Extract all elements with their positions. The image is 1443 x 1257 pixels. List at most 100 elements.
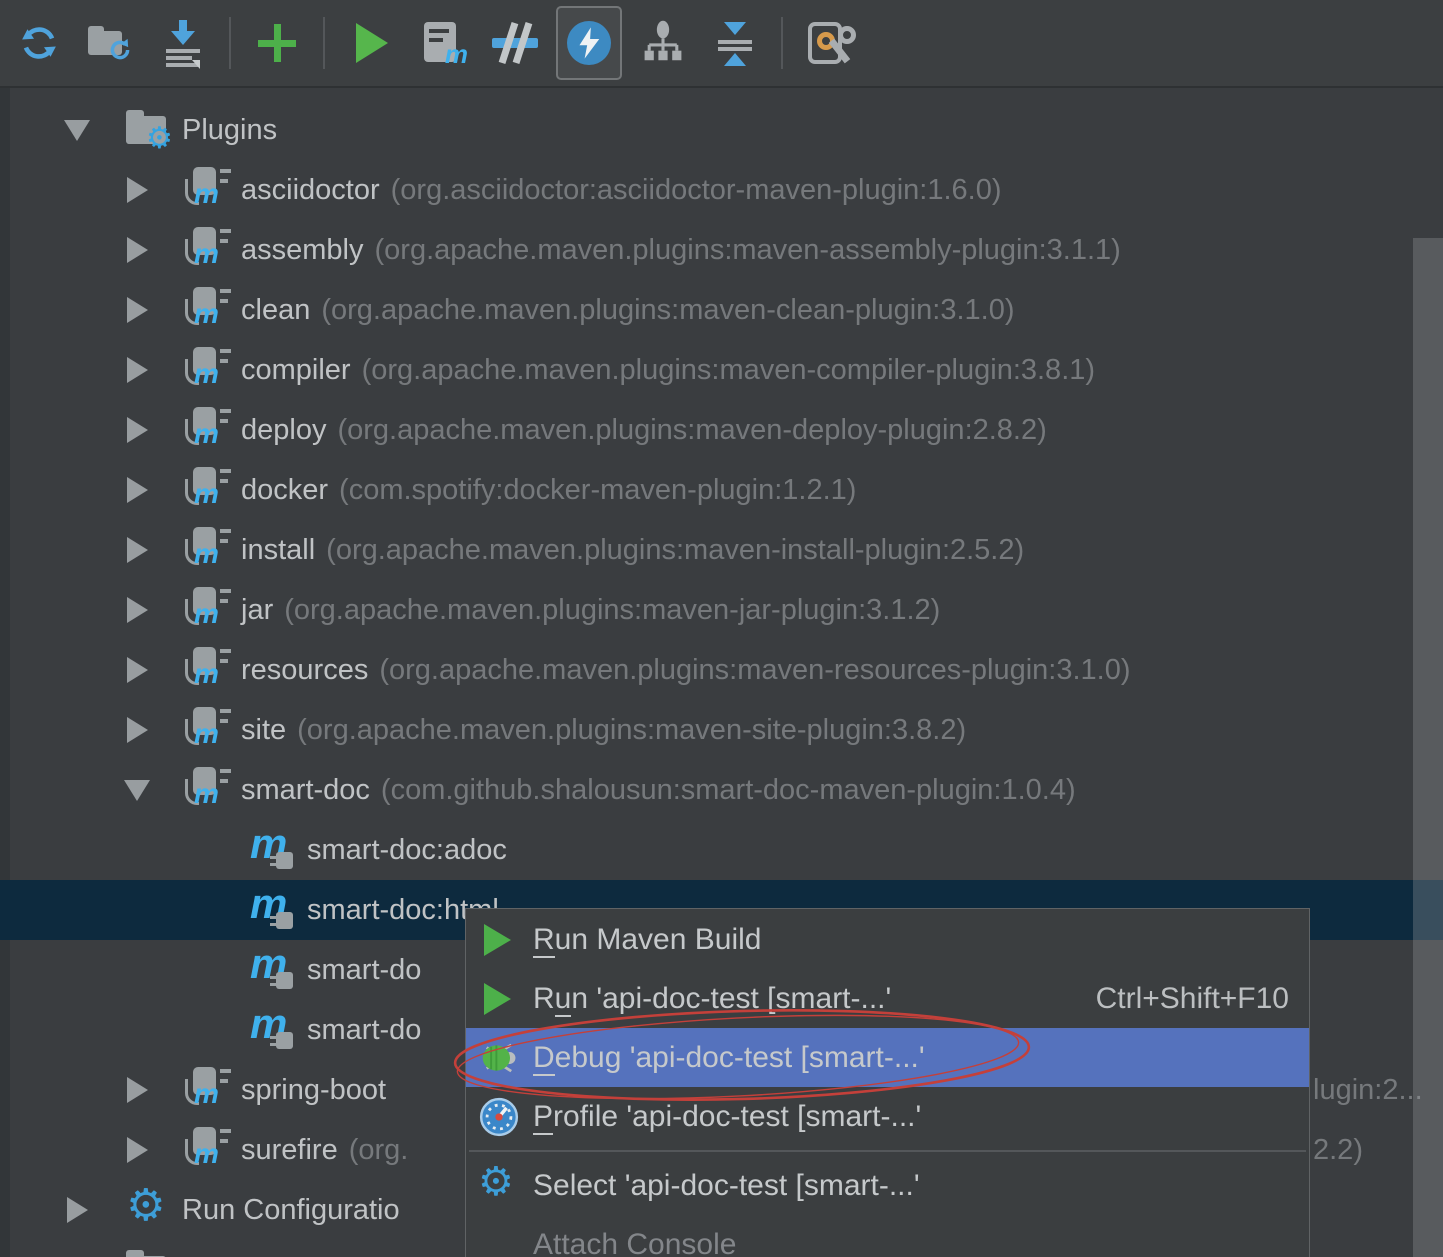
menu-item-attach-console[interactable]: Attach Console: [466, 1215, 1309, 1257]
menu-item-run-api-doc-test[interactable]: Run 'api-doc-test [smart-...' Ctrl+Shift…: [466, 969, 1309, 1028]
tree-row-coordinates: (org.apache.maven.plugins:maven-clean-pl…: [321, 293, 1015, 326]
tree-row-coordinates: (org.asciidoctor:asciidoctor-maven-plugi…: [390, 173, 1002, 206]
profile-gauge-icon: [478, 1096, 520, 1138]
vertical-scrollbar-thumb[interactable]: [1413, 238, 1443, 1257]
add-icon: [254, 20, 300, 66]
tree-row-coordinates: (org.: [348, 1133, 409, 1166]
tree-row-label: Plugins: [182, 113, 278, 146]
offline-mode-button[interactable]: [556, 6, 622, 80]
tree-row-install[interactable]: m install (org.apache.maven.plugins:mave…: [0, 520, 1443, 580]
menu-item-label: Attach Console: [533, 1227, 737, 1257]
skip-tests-button[interactable]: [484, 8, 546, 78]
tree-row-label: compiler: [241, 353, 351, 386]
expand-arrow-icon[interactable]: [124, 357, 150, 383]
tree-row-label: smart-doc:adoc: [307, 833, 507, 866]
expand-arrow-icon[interactable]: [124, 717, 150, 743]
menu-item-run-maven-build[interactable]: Run Maven Build: [466, 910, 1309, 969]
tree-row-jar[interactable]: m jar (org.apache.maven.plugins:maven-ja…: [0, 580, 1443, 640]
tree-row-label: jar: [241, 593, 274, 626]
expand-arrow-icon[interactable]: [124, 597, 150, 623]
tree-row-coordinates: (com.spotify:docker-maven-plugin:1.2.1): [339, 473, 857, 506]
tree-row-docker[interactable]: m docker (com.spotify:docker-maven-plugi…: [0, 460, 1443, 520]
tree-row-label: deploy: [241, 413, 327, 446]
run-build-button[interactable]: [340, 8, 402, 78]
collapse-all-button[interactable]: [704, 8, 766, 78]
maven-goal-icon: m: [250, 1000, 298, 1054]
expand-arrow-icon[interactable]: [64, 119, 90, 141]
menu-item-label: Debug 'api-doc-test [smart-...': [533, 1040, 925, 1076]
tree-row-plugins[interactable]: ⚙ Plugins: [0, 100, 1443, 160]
run-icon: [478, 978, 520, 1020]
maven-plugin-icon: m: [184, 1066, 232, 1114]
expand-arrow-icon[interactable]: [124, 237, 150, 263]
show-dependencies-button[interactable]: [632, 8, 694, 78]
maven-plugin-icon: m: [184, 766, 232, 814]
reimport-button[interactable]: [8, 8, 70, 78]
menu-item-label: Run 'api-doc-test [smart-...': [533, 981, 892, 1017]
maven-plugin-icon: m: [184, 466, 232, 514]
toolbar-separator: [229, 17, 231, 69]
tree-row-compiler[interactable]: m compiler (org.apache.maven.plugins:mav…: [0, 340, 1443, 400]
expand-arrow-icon[interactable]: [124, 1077, 150, 1103]
maven-settings-button[interactable]: [798, 8, 860, 78]
tree-row-label: assembly: [241, 233, 364, 266]
tree-row-coordinates: (org.apache.maven.plugins:maven-site-plu…: [297, 713, 967, 746]
download-sources-button[interactable]: [152, 8, 214, 78]
tree-row-coordinates: (com.github.shalousun:smart-doc-maven-pl…: [380, 773, 1076, 806]
expand-arrow-icon[interactable]: [124, 417, 150, 443]
context-menu: Run Maven Build Run 'api-doc-test [smart…: [465, 908, 1310, 1257]
tree-row-assembly[interactable]: m assembly (org.apache.maven.plugins:mav…: [0, 220, 1443, 280]
menu-item-debug-api-doc-test[interactable]: Debug 'api-doc-test [smart-...': [466, 1028, 1309, 1087]
tree-row-smart-doc[interactable]: m smart-doc (com.github.shalousun:smart-…: [0, 760, 1443, 820]
expand-arrow-icon[interactable]: [124, 177, 150, 203]
menu-item-shortcut: Ctrl+Shift+F10: [1095, 981, 1289, 1015]
tree-row-label: spring-boot: [241, 1073, 387, 1106]
tree-row-coordinates: (org.apache.maven.plugins:maven-compiler…: [361, 353, 1096, 386]
maven-goal-icon: m: [250, 820, 298, 874]
tree-row-label: smart-doc: [241, 773, 370, 806]
tree-row-resources[interactable]: m resources (org.apache.maven.plugins:ma…: [0, 640, 1443, 700]
offline-mode-icon: [566, 20, 612, 66]
tree-row-smart-doc-adoc[interactable]: m smart-doc:adoc: [0, 820, 1443, 880]
tree-row-label: docker: [241, 473, 329, 506]
run-icon: [478, 919, 520, 961]
tree-row-site[interactable]: m site (org.apache.maven.plugins:maven-s…: [0, 700, 1443, 760]
tree-row-label: clean: [241, 293, 311, 326]
maven-goal-icon: m: [250, 880, 298, 934]
tree-row-deploy[interactable]: m deploy (org.apache.maven.plugins:maven…: [0, 400, 1443, 460]
plugins-folder-icon: ⚙: [126, 106, 174, 154]
add-maven-projects-button[interactable]: [246, 8, 308, 78]
expand-arrow-icon[interactable]: [124, 537, 150, 563]
tree-row-coordinates: (org.apache.maven.plugins:maven-install-…: [326, 533, 1025, 566]
toolbar-separator: [781, 17, 783, 69]
menu-item-select-api-doc-test[interactable]: ⚙ Select 'api-doc-test [smart-...': [466, 1156, 1309, 1215]
reimport-icon: [22, 27, 56, 59]
maven-plugin-icon: m: [184, 586, 232, 634]
tree-row-coordinates: (org.apache.maven.plugins:maven-jar-plug…: [284, 593, 941, 626]
menu-separator: [469, 1150, 1306, 1152]
debug-bug-icon: [478, 1037, 520, 1079]
run-configurations-gear-icon: ⚙: [126, 1180, 166, 1231]
tree-row-coordinates: (org.apache.maven.plugins:maven-assembly…: [374, 233, 1121, 266]
expand-arrow-icon[interactable]: [124, 657, 150, 683]
collapse-all-icon: [712, 20, 758, 66]
expand-arrow-icon[interactable]: [124, 477, 150, 503]
maven-settings-icon: [806, 20, 856, 66]
tree-row-coordinates: (org.apache.maven.plugins:maven-resource…: [379, 653, 1131, 686]
expand-arrow-icon[interactable]: [64, 1197, 90, 1223]
execute-maven-goal-button[interactable]: m: [412, 8, 474, 78]
menu-item-label: Select 'api-doc-test [smart-...': [533, 1168, 920, 1202]
expand-arrow-icon[interactable]: [124, 297, 150, 323]
tree-row-asciidoctor[interactable]: m asciidoctor (org.asciidoctor:asciidoct…: [0, 160, 1443, 220]
download-sources-icon: [160, 20, 206, 69]
expand-arrow-icon[interactable]: [124, 1137, 150, 1163]
tree-row-label: install: [241, 533, 316, 566]
menu-item-profile-api-doc-test[interactable]: Profile 'api-doc-test [smart-...': [466, 1087, 1309, 1146]
tree-row-clean[interactable]: m clean (org.apache.maven.plugins:maven-…: [0, 280, 1443, 340]
maven-plugin-icon: m: [184, 706, 232, 754]
generate-sources-button[interactable]: [80, 8, 142, 78]
maven-tool-window: ⚙ ⚙ Plugins m asciidoctor (org.asciidoct…: [0, 0, 1443, 1257]
menu-item-label: Profile 'api-doc-test [smart-...': [533, 1099, 922, 1135]
expand-arrow-icon[interactable]: [124, 779, 150, 801]
maven-goal-icon: m: [250, 940, 298, 994]
